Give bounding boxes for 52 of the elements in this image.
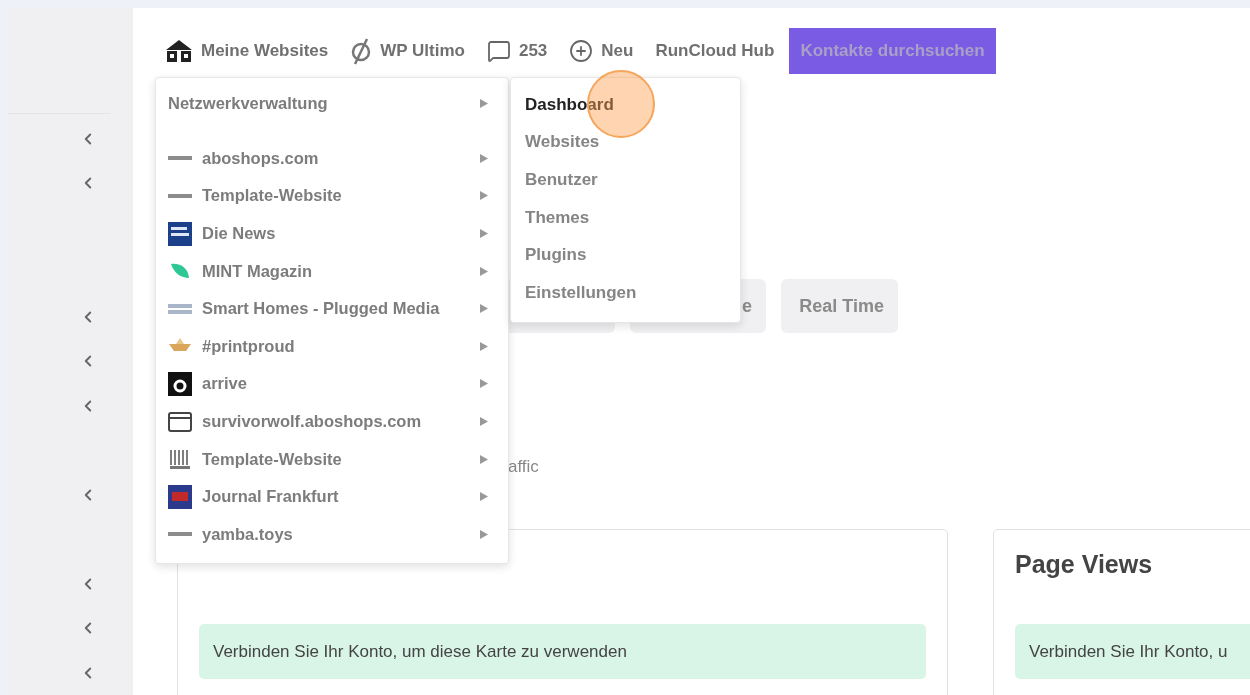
submenu-arrow-icon: [480, 492, 488, 502]
menu-item[interactable]: survivorwolf.aboshops.com: [156, 402, 508, 441]
menu-item[interactable]: Template-Website: [156, 440, 508, 478]
site-logo-icon: [168, 409, 192, 434]
submenu-arrow-icon: [480, 304, 488, 314]
submenu-arrow-icon: [480, 191, 488, 201]
menu-item[interactable]: Smart Homes - Plugged Media: [156, 289, 508, 328]
submenu-arrow-icon: [480, 341, 488, 351]
menu-item[interactable]: Template-Website: [156, 177, 508, 215]
submenu-arrow-icon: [480, 229, 488, 239]
menu-item[interactable]: arrive: [156, 365, 508, 403]
menu-item[interactable]: #printproud: [156, 327, 508, 366]
notice: Verbinden Sie Ihr Konto, u: [1015, 624, 1250, 679]
admin-bar-item[interactable]: RunCloud Hub: [655, 41, 775, 61]
slashed-circle-icon: [350, 37, 373, 65]
menu-item[interactable]: Netzwerkverwaltung: [156, 85, 508, 123]
site-logo-icon: [168, 221, 192, 246]
menu-item[interactable]: yamba.toys: [156, 515, 508, 554]
menu-item[interactable]: aboshops.com: [156, 139, 508, 178]
site-logo-icon: [168, 532, 192, 537]
section-text: affic: [508, 457, 540, 477]
submenu-item[interactable]: Benutzer: [511, 161, 740, 199]
submenu-arrow-icon: [480, 417, 488, 427]
submenu-item[interactable]: Einstellungen: [511, 273, 740, 312]
admin-bar-item[interactable]: 253: [486, 39, 548, 63]
notice: Verbinden Sie Ihr Konto, um diese Karte zu verwenden: [199, 624, 926, 679]
submenu-arrow-icon: [480, 529, 488, 539]
site-logo-icon: [168, 484, 192, 509]
site-logo-icon: [168, 447, 192, 472]
menu-item[interactable]: MINT Magazin: [156, 252, 508, 290]
comment-icon: [486, 39, 511, 63]
site-logo-icon: [168, 156, 192, 161]
submenu-arrow-icon: [480, 153, 488, 163]
submenu-arrow-icon: [480, 266, 488, 276]
submenu-arrow-icon: [480, 379, 488, 389]
houses-icon: [165, 39, 193, 63]
submenu-item[interactable]: Plugins: [511, 236, 740, 274]
submenu-item[interactable]: Themes: [511, 198, 740, 237]
tab-button[interactable]: Real Time: [781, 279, 898, 333]
site-logo-icon: [168, 303, 192, 314]
submenu-item[interactable]: Websites: [511, 123, 740, 162]
submenu-arrow-icon: [480, 454, 488, 464]
admin-bar-item[interactable]: Neu: [569, 39, 634, 63]
site-logo-icon: [168, 371, 192, 396]
card-title: Page Views: [1015, 550, 1154, 579]
plus-circle-icon: [569, 39, 594, 63]
site-logo-icon: [168, 194, 192, 198]
submenu-arrow-icon: [480, 99, 488, 109]
admin-bar-item[interactable]: WP Ultimo: [350, 37, 465, 65]
menu-item[interactable]: Die News: [156, 214, 508, 253]
menu-item[interactable]: Journal Frankfurt: [156, 477, 508, 516]
admin-bar-item[interactable]: Meine Websites: [165, 39, 329, 63]
